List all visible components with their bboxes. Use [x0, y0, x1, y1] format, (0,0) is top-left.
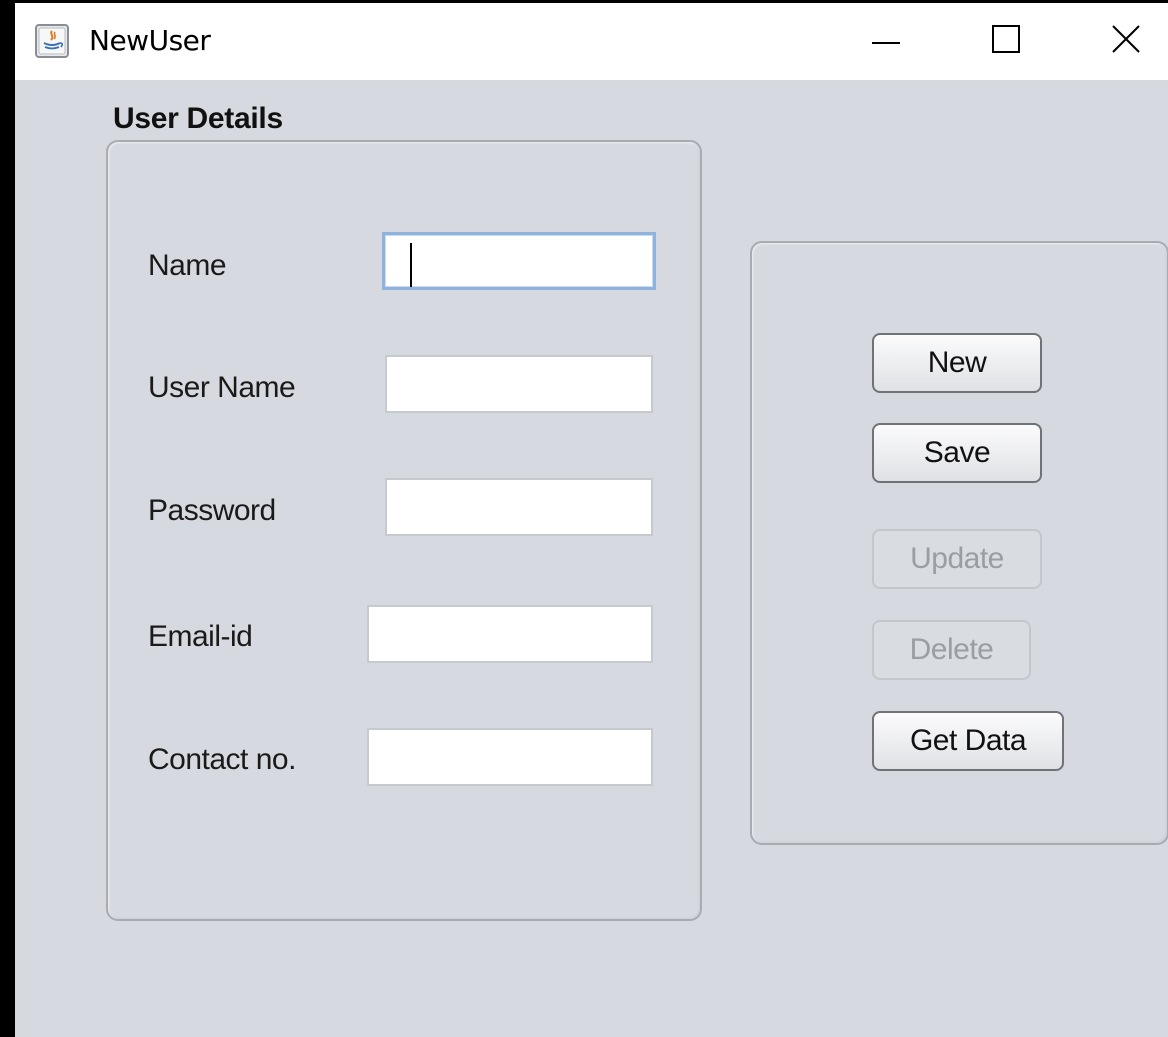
get-data-button[interactable]: Get Data [872, 711, 1064, 771]
user-name-input[interactable] [385, 355, 653, 413]
java-icon [35, 24, 69, 58]
name-label: Name [148, 249, 227, 282]
email-id-label: Email-id [148, 620, 253, 653]
password-input[interactable] [385, 478, 653, 536]
user-details-title: User Details [113, 102, 283, 135]
minimize-button[interactable] [831, 3, 941, 80]
new-button[interactable]: New [872, 333, 1042, 393]
password-label: Password [148, 494, 276, 527]
delete-button[interactable]: Delete [872, 620, 1031, 680]
close-button[interactable] [1071, 3, 1168, 80]
email-id-input[interactable] [367, 605, 653, 663]
window-title: NewUser [89, 24, 211, 57]
close-icon [1111, 24, 1141, 59]
save-button[interactable]: Save [872, 423, 1042, 483]
maximize-button[interactable] [951, 3, 1061, 80]
new-user-window: NewUser User Details Name User Name Pass… [15, 3, 1168, 1037]
update-button[interactable]: Update [872, 529, 1042, 589]
minimize-icon [871, 24, 901, 59]
name-input[interactable] [382, 232, 656, 290]
maximize-icon [991, 24, 1021, 59]
text-caret [410, 243, 412, 287]
title-bar[interactable]: NewUser [15, 3, 1168, 80]
contact-no-input[interactable] [367, 728, 653, 786]
contact-no-label: Contact no. [148, 743, 296, 776]
user-name-label: User Name [148, 371, 296, 404]
